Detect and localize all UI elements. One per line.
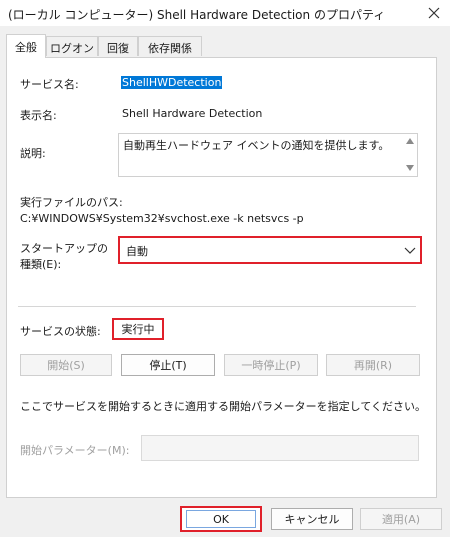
scroll-down-arrow-icon[interactable]: [406, 165, 414, 171]
service-name-value[interactable]: ShellHWDetection: [121, 76, 223, 89]
startup-type-value: 自動: [126, 245, 148, 258]
section-separator: [18, 306, 416, 307]
service-status-text: 実行中: [121, 323, 155, 336]
close-button[interactable]: [418, 0, 450, 26]
display-name-label: 表示名:: [20, 109, 57, 122]
pause-button[interactable]: 一時停止(P): [224, 354, 318, 376]
resume-button[interactable]: 再開(R): [326, 354, 420, 376]
exe-path-label: 実行ファイルのパス:: [20, 196, 123, 209]
start-parameters-input[interactable]: [141, 435, 419, 461]
startup-type-select[interactable]: 自動: [118, 236, 422, 264]
start-parameters-help-text: ここでサービスを開始するときに適用する開始パラメーターを指定してください。: [20, 400, 427, 413]
start-button[interactable]: 開始(S): [20, 354, 112, 376]
service-name-selected-text[interactable]: ShellHWDetection: [121, 76, 223, 89]
general-panel: [6, 57, 437, 498]
exe-path-value[interactable]: C:¥WINDOWS¥System32¥svchost.exe -k netsv…: [20, 212, 304, 225]
startup-type-label-line2: 種類(E):: [20, 258, 62, 271]
tab-dependencies[interactable]: 依存関係: [138, 36, 202, 56]
service-status-label: サービスの状態:: [20, 325, 101, 338]
close-icon: [428, 7, 440, 19]
title-bar: (ローカル コンピューター) Shell Hardware Detection …: [0, 0, 450, 26]
window-title: (ローカル コンピューター) Shell Hardware Detection …: [8, 8, 386, 22]
tab-general[interactable]: 全般: [6, 34, 46, 58]
description-label: 説明:: [20, 147, 46, 160]
description-box[interactable]: 自動再生ハードウェア イベントの通知を提供します。: [118, 133, 418, 177]
ok-button-label: OK: [186, 510, 256, 528]
ok-button[interactable]: OK: [180, 506, 262, 532]
tab-recovery[interactable]: 回復: [98, 36, 138, 56]
scroll-up-arrow-icon[interactable]: [406, 138, 414, 144]
start-parameters-label: 開始パラメーター(M):: [20, 444, 130, 457]
startup-type-label-line1: スタートアップの: [20, 242, 108, 255]
service-name-label: サービス名:: [20, 78, 79, 91]
stop-button[interactable]: 停止(T): [121, 354, 215, 376]
description-text: 自動再生ハードウェア イベントの通知を提供します。: [123, 139, 390, 152]
tab-logon[interactable]: ログオン: [46, 36, 98, 56]
cancel-button[interactable]: キャンセル: [271, 508, 353, 530]
display-name-value[interactable]: Shell Hardware Detection: [122, 107, 262, 120]
chevron-down-icon: [404, 247, 416, 254]
apply-button[interactable]: 適用(A): [360, 508, 442, 530]
service-status-value: 実行中: [112, 318, 164, 340]
